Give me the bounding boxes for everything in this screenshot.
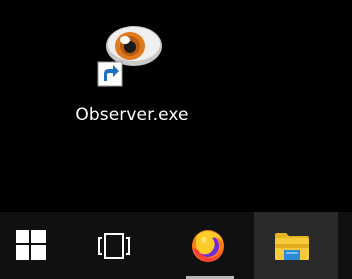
- firefox-taskbar-button[interactable]: [168, 212, 252, 279]
- start-button[interactable]: [0, 212, 84, 279]
- task-view-button[interactable]: [84, 212, 168, 279]
- desktop[interactable]: Observer.exe: [0, 0, 352, 212]
- desktop-icon-label: Observer.exe: [75, 105, 189, 125]
- observer-eye-icon: [97, 26, 162, 87]
- task-view-icon: [98, 233, 130, 259]
- shortcut-arrow-icon: [97, 61, 123, 87]
- folder-icon: [275, 233, 309, 260]
- file-explorer-taskbar-button[interactable]: [254, 212, 338, 279]
- observer-desktop-shortcut[interactable]: Observer.exe: [48, 22, 216, 132]
- windows-logo-icon: [16, 230, 46, 260]
- taskbar: [0, 212, 352, 279]
- firefox-icon: [192, 230, 224, 262]
